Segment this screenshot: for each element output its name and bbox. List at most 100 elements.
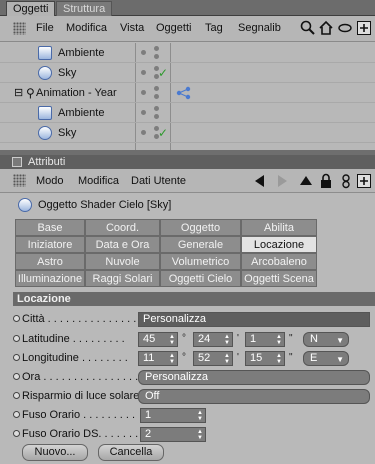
latitude-minutes-input[interactable]: 24 ▲ ▼ — [193, 332, 233, 347]
animate-radio-icon[interactable] — [13, 335, 20, 342]
spinner-icon[interactable]: ▲ ▼ — [169, 334, 175, 346]
field-value: 11 — [143, 352, 155, 364]
animate-radio-icon[interactable] — [13, 373, 20, 380]
field-label: Fuso Orario DS. . . . . . . — [22, 428, 139, 440]
tab-struttura[interactable]: Struttura — [56, 1, 113, 16]
visibility-dot-icon[interactable] — [141, 130, 146, 135]
risparmio-row: Risparmio di luce solare Off — [0, 387, 375, 406]
visibility-dot-icon[interactable] — [141, 90, 146, 95]
spinner-icon[interactable]: ▲ ▼ — [224, 334, 230, 346]
citta-dropdown[interactable]: Personalizza — [138, 312, 370, 327]
visibility-dot-icon[interactable] — [154, 106, 159, 111]
animate-radio-icon[interactable] — [13, 411, 20, 418]
tree-row[interactable]: ⊟ ⚲ Animation - Year — [0, 83, 375, 103]
search-icon[interactable] — [300, 20, 316, 36]
tab-oggetti[interactable]: Oggetti — [6, 1, 56, 16]
tab-base[interactable]: Base — [15, 219, 85, 236]
longitude-minutes-input[interactable]: 52 ▲ ▼ — [193, 351, 233, 366]
longitude-degrees-input[interactable]: 11 ▲ ▼ — [138, 351, 178, 366]
link-icon[interactable] — [338, 173, 354, 189]
tab-generale[interactable]: Generale — [160, 236, 241, 253]
risparmio-dropdown[interactable]: Off — [138, 389, 370, 404]
visibility-dot-icon[interactable] — [141, 70, 146, 75]
spinner-icon[interactable]: ▲ ▼ — [224, 353, 230, 365]
new-panel-icon[interactable] — [356, 20, 372, 36]
spinner-icon[interactable]: ▲ ▼ — [197, 429, 203, 441]
checkmark-icon[interactable]: ✓ — [158, 66, 168, 80]
visibility-dot-icon[interactable] — [154, 46, 159, 51]
menu-vista[interactable]: Vista — [120, 22, 144, 34]
grip-icon[interactable] — [13, 174, 26, 187]
latitude-degrees-input[interactable]: 45 ▲ ▼ — [138, 332, 178, 347]
visibility-dot-icon[interactable] — [154, 94, 159, 99]
tab-raggi-solari[interactable]: Raggi Solari — [85, 270, 160, 287]
animate-radio-icon[interactable] — [13, 392, 20, 399]
longitude-seconds-input[interactable]: 15 ▲ ▼ — [245, 351, 285, 366]
menu-tag[interactable]: Tag — [205, 22, 223, 34]
menu-segnalib[interactable]: Segnalib — [238, 22, 281, 34]
fuso-orario-row: Fuso Orario . . . . . . . . . 1 ▲ ▼ — [0, 406, 375, 425]
tab-volumetrico[interactable]: Volumetrico — [160, 253, 241, 270]
xpresso-tag-icon[interactable] — [176, 86, 192, 100]
tab-arcobaleno[interactable]: Arcobaleno — [241, 253, 317, 270]
tree-row[interactable]: Ambiente — [0, 43, 375, 63]
menu-file[interactable]: File — [36, 22, 54, 34]
animate-radio-icon[interactable] — [13, 315, 20, 322]
tab-data-e-ora[interactable]: Data e Ora — [85, 236, 160, 253]
spinner-icon[interactable]: ▲ ▼ — [276, 334, 282, 346]
latitude-seconds-input[interactable]: 1 ▲ ▼ — [245, 332, 285, 347]
eye-icon[interactable] — [337, 20, 353, 36]
visibility-dot-icon[interactable] — [141, 110, 146, 115]
lock-icon[interactable] — [318, 173, 334, 189]
up-arrow-icon[interactable] — [298, 173, 314, 189]
latitude-direction-dropdown[interactable]: N ▼ — [303, 332, 349, 347]
cancella-button[interactable]: Cancella — [98, 444, 164, 461]
visibility-dot-icon[interactable] — [154, 86, 159, 91]
environment-icon — [38, 46, 52, 60]
latitudine-row: Latitudine . . . . . . . . . 45 ▲ ▼ ° 24 ▲ ▼… — [0, 330, 375, 349]
tree-row[interactable]: Sky ✓ — [0, 123, 375, 143]
tab-locazione[interactable]: Locazione — [241, 236, 317, 253]
tab-abilita[interactable]: Abilita — [241, 219, 317, 236]
tree-row[interactable]: Ambiente — [0, 103, 375, 123]
new-panel-icon[interactable] — [356, 173, 372, 189]
panel-toggle-icon[interactable] — [12, 157, 22, 167]
spinner-icon[interactable]: ▲ ▼ — [276, 353, 282, 365]
checkmark-icon[interactable]: ✓ — [158, 126, 168, 140]
tab-iniziatore[interactable]: Iniziatore — [15, 236, 85, 253]
home-icon[interactable] — [318, 20, 334, 36]
menu-dati-utente[interactable]: Dati Utente — [131, 175, 186, 187]
animate-radio-icon[interactable] — [13, 430, 20, 437]
fuso-orario-ds-input[interactable]: 2 ▲ ▼ — [140, 427, 206, 442]
tab-oggetti-cielo[interactable]: Oggetti Cielo — [160, 270, 241, 287]
visibility-dot-icon[interactable] — [154, 114, 159, 119]
visibility-dot-icon[interactable] — [154, 54, 159, 59]
forward-arrow-icon[interactable] — [274, 173, 290, 189]
section-header: Locazione — [13, 292, 375, 306]
grip-icon[interactable] — [13, 22, 26, 35]
tab-astro[interactable]: Astro — [15, 253, 85, 270]
field-value: Personalizza — [145, 371, 208, 383]
ora-dropdown[interactable]: Personalizza — [138, 370, 370, 385]
fuso-orario-input[interactable]: 1 ▲ ▼ — [140, 408, 206, 423]
animate-radio-icon[interactable] — [13, 354, 20, 361]
sky-icon — [38, 66, 52, 80]
spinner-icon[interactable]: ▲ ▼ — [197, 410, 203, 422]
nuovo-button[interactable]: Nuovo... — [22, 444, 88, 461]
tree-row[interactable]: Sky ✓ — [0, 63, 375, 83]
visibility-dot-icon[interactable] — [141, 50, 146, 55]
menu-modo[interactable]: Modo — [36, 175, 64, 187]
menu-modifica-attr[interactable]: Modifica — [78, 175, 119, 187]
tab-oggetti-scena[interactable]: Oggetti Scena — [241, 270, 317, 287]
longitude-direction-dropdown[interactable]: E ▼ — [303, 351, 349, 366]
tab-coord[interactable]: Coord. — [85, 219, 160, 236]
degree-symbol: ° — [182, 352, 186, 363]
menu-oggetti[interactable]: Oggetti — [156, 22, 191, 34]
tab-illuminazione[interactable]: Illuminazione — [15, 270, 85, 287]
back-arrow-icon[interactable] — [252, 173, 268, 189]
collapse-icon[interactable]: ⊟ — [14, 86, 23, 99]
spinner-icon[interactable]: ▲ ▼ — [169, 353, 175, 365]
tab-nuvole[interactable]: Nuvole — [85, 253, 160, 270]
menu-modifica[interactable]: Modifica — [66, 22, 107, 34]
tab-oggetto[interactable]: Oggetto — [160, 219, 241, 236]
